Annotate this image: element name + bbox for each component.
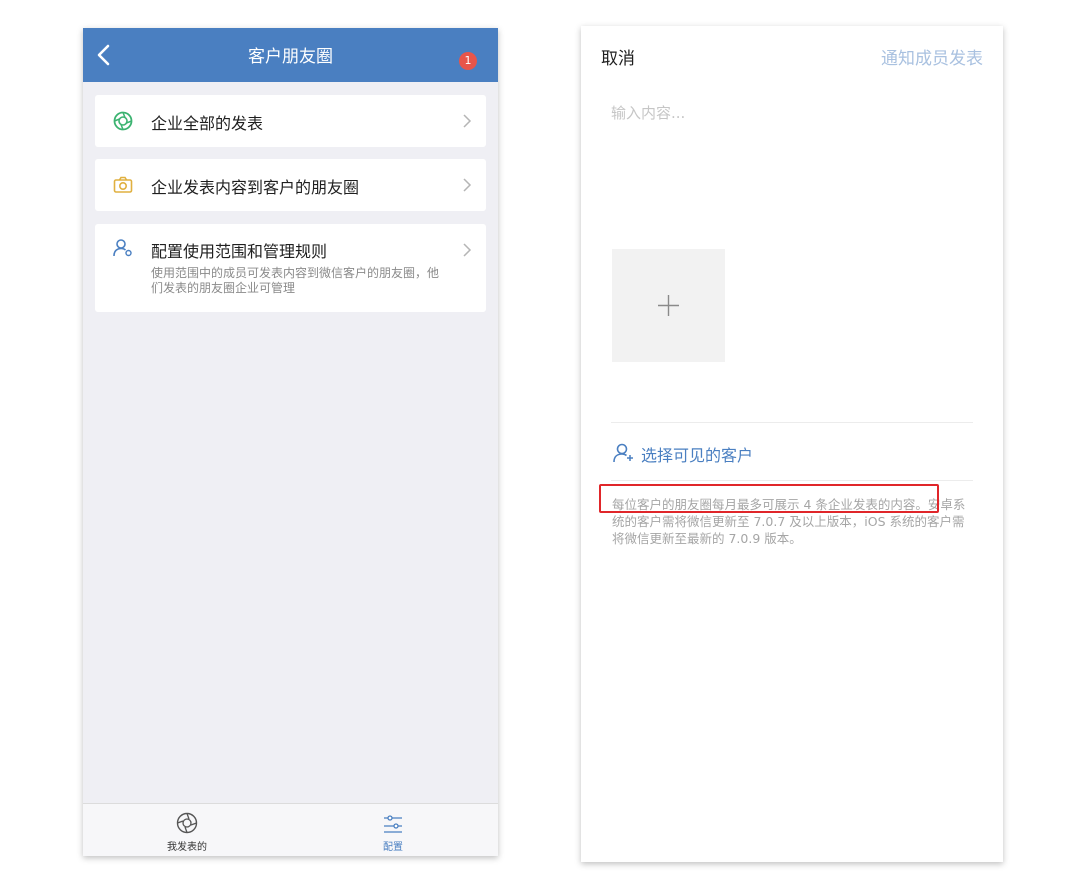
aperture-icon	[113, 111, 133, 131]
left-phone-screen: 客户朋友圈 1 企业全部的发表 企业发表内容到客户的朋友圈 配置使用范围和管理规…	[83, 28, 498, 856]
sliders-icon	[384, 815, 402, 833]
chevron-right-icon	[463, 243, 472, 257]
select-visible-customers[interactable]: 选择可见的客户	[611, 436, 971, 470]
bottom-tab-bar: 我发表的 配置	[83, 803, 498, 856]
tab-my-posts[interactable]: 我发表的	[137, 804, 237, 856]
user-settings-icon	[113, 239, 132, 257]
chevron-right-icon	[463, 114, 472, 128]
tab-settings[interactable]: 配置	[343, 804, 443, 856]
menu-item-label: 企业全部的发表	[151, 114, 264, 133]
user-add-icon	[613, 443, 633, 463]
select-visible-customers-label: 选择可见的客户	[641, 446, 754, 465]
cancel-button[interactable]: 取消	[601, 44, 635, 69]
right-phone-screen: 取消 通知成员发表 选择可见的客户 每位客户的朋友圈每月最多可展示 4 条企业发…	[581, 26, 1003, 862]
notify-members-button[interactable]: 通知成员发表	[881, 44, 983, 69]
top-nav-bar: 客户朋友圈 1	[83, 28, 498, 82]
page-title: 客户朋友圈	[248, 47, 333, 67]
camera-icon	[113, 176, 133, 193]
plus-icon	[658, 295, 679, 316]
menu-item-configure-rules[interactable]: 配置使用范围和管理规则 使用范围中的成员可发表内容到微信客户的朋友圈，他们发表的…	[95, 224, 486, 312]
menu-item-label: 企业发表内容到客户的朋友圈	[151, 178, 360, 197]
menu-item-label: 配置使用范围和管理规则	[151, 242, 328, 261]
tab-label: 我发表的	[167, 842, 207, 853]
aperture-icon	[176, 812, 198, 834]
menu-item-post-to-moments[interactable]: 企业发表内容到客户的朋友圈	[95, 159, 486, 211]
add-image-button[interactable]	[612, 249, 725, 362]
highlight-annotation-box	[599, 484, 939, 513]
content-input[interactable]	[611, 102, 971, 222]
tab-label: 配置	[383, 842, 403, 853]
divider	[611, 422, 973, 423]
menu-item-description: 使用范围中的成员可发表内容到微信客户的朋友圈，他们发表的朋友圈企业可管理	[151, 266, 440, 295]
chevron-right-icon	[463, 178, 472, 192]
notification-badge[interactable]: 1	[459, 52, 477, 70]
divider	[611, 480, 973, 481]
menu-item-all-posts[interactable]: 企业全部的发表	[95, 95, 486, 147]
